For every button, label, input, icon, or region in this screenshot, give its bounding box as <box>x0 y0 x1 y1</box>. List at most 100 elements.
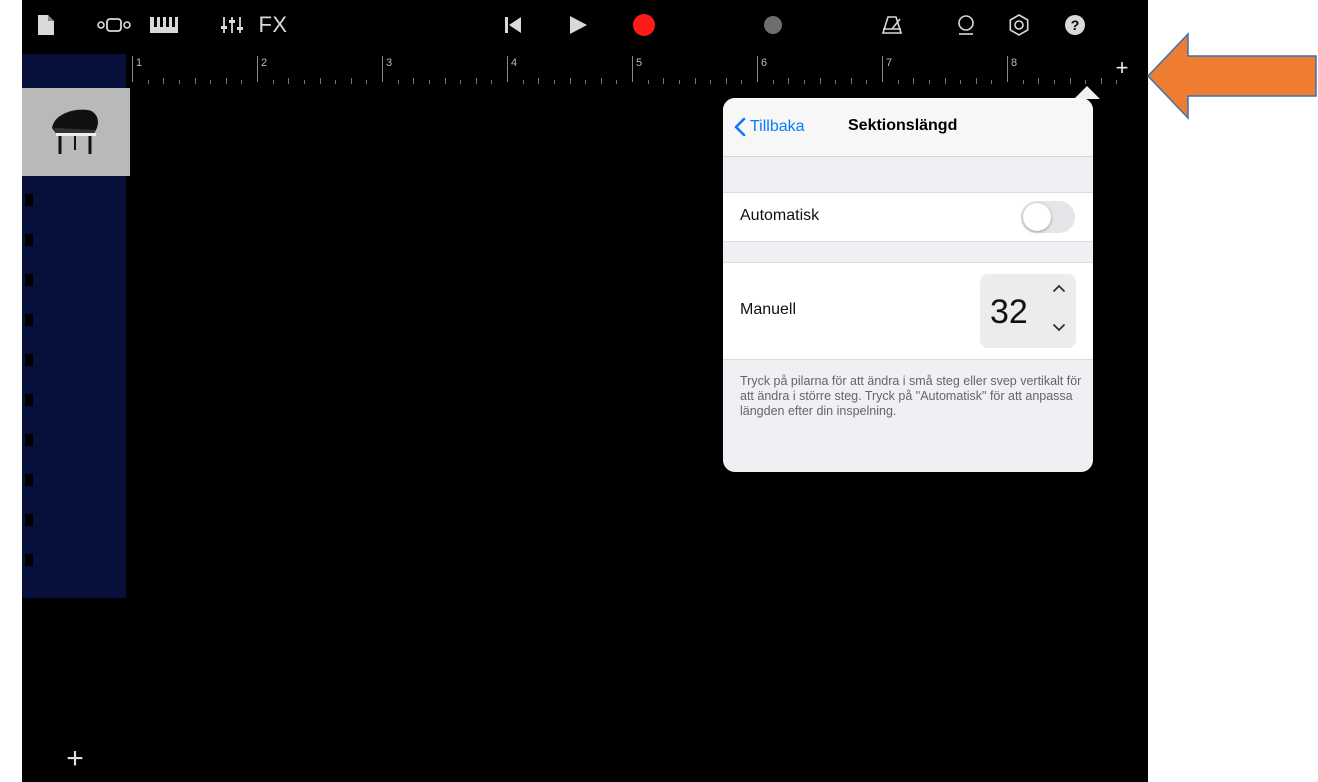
fx-button[interactable]: FX <box>254 8 292 42</box>
track-divider <box>25 394 33 406</box>
automatic-toggle[interactable] <box>1021 201 1075 233</box>
ruler-tick <box>1069 78 1071 84</box>
back-button[interactable]: Tillbaka <box>733 116 805 138</box>
record-icon[interactable] <box>630 8 658 42</box>
ruler-tick <box>694 78 696 84</box>
master-volume-icon[interactable] <box>760 8 786 42</box>
ruler-tick <box>350 78 352 84</box>
ruler-tick <box>335 80 337 84</box>
ruler-tick <box>1100 78 1102 84</box>
ruler-tick <box>178 80 180 84</box>
toolbar: FX ? <box>22 0 1148 50</box>
ruler-bar-number: 2 <box>257 56 267 82</box>
ruler-bar-number: 3 <box>382 56 392 82</box>
metronome-icon[interactable] <box>878 8 906 42</box>
manual-label: Manuell <box>740 301 797 318</box>
ruler-tick <box>1038 78 1040 84</box>
ruler-tick <box>522 80 524 84</box>
ruler-tick <box>366 80 368 84</box>
ruler-tick <box>710 80 712 84</box>
ruler-tick <box>1022 80 1024 84</box>
loop-browser-icon[interactable] <box>952 8 980 42</box>
ruler-bar-number: 6 <box>757 56 767 82</box>
ruler-tick <box>538 78 540 84</box>
ruler-tick <box>225 78 227 84</box>
timeline-ruler[interactable]: 1 2 3 4 5 6 7 8 <box>132 54 1142 86</box>
ruler-tick <box>319 78 321 84</box>
ruler-tick <box>866 80 868 84</box>
help-icon[interactable]: ? <box>1061 8 1089 42</box>
ruler-tick <box>944 78 946 84</box>
ruler-tick <box>647 80 649 84</box>
ruler-tick <box>991 80 993 84</box>
ruler-tick <box>772 80 774 84</box>
chevron-up-icon[interactable] <box>1052 280 1066 298</box>
ruler-tick <box>835 80 837 84</box>
ruler-tick <box>460 80 462 84</box>
ruler-tick <box>616 80 618 84</box>
ruler-tick <box>913 78 915 84</box>
ruler-tick <box>553 80 555 84</box>
ruler-tick <box>1085 80 1087 84</box>
add-track-button[interactable]: + <box>60 744 90 774</box>
ruler-tick <box>678 80 680 84</box>
track-view-icon[interactable] <box>96 8 132 42</box>
ruler-bar-number: 4 <box>507 56 517 82</box>
track-divider <box>25 554 33 566</box>
track-divider <box>25 314 33 326</box>
ruler-tick <box>975 78 977 84</box>
ruler-tick <box>819 78 821 84</box>
ruler-tick <box>288 78 290 84</box>
ruler-tick <box>803 80 805 84</box>
ruler-tick <box>194 78 196 84</box>
ruler-bar-number: 8 <box>1007 56 1017 82</box>
ruler-tick <box>600 78 602 84</box>
ruler-tick <box>303 80 305 84</box>
track-divider <box>25 194 33 206</box>
svg-text:?: ? <box>1071 17 1080 33</box>
automatic-label: Automatisk <box>740 207 820 224</box>
ruler-tick <box>569 78 571 84</box>
go-to-start-icon[interactable] <box>500 8 526 42</box>
settings-icon[interactable] <box>1005 8 1033 42</box>
ruler-tick <box>491 80 493 84</box>
automatic-row: Automatisk <box>723 192 1093 242</box>
ruler-tick <box>147 80 149 84</box>
track-header-piano[interactable] <box>22 88 130 176</box>
ruler-tick <box>444 78 446 84</box>
back-label: Tillbaka <box>750 118 805 135</box>
ruler-tick <box>397 80 399 84</box>
mixer-icon[interactable] <box>218 8 246 42</box>
ruler-tick <box>1053 80 1055 84</box>
section-length-stepper[interactable]: 32 <box>980 274 1076 348</box>
ruler-tick <box>241 80 243 84</box>
popover-title: Sektionslängd <box>848 117 958 134</box>
ruler-tick <box>1116 80 1118 84</box>
toggle-knob <box>1023 203 1051 231</box>
ruler-tick <box>272 80 274 84</box>
add-section-button[interactable]: + <box>1110 56 1134 80</box>
popover-header: Tillbaka Sektionslängd <box>723 98 1093 157</box>
ruler-tick <box>928 80 930 84</box>
ruler-tick <box>788 78 790 84</box>
track-divider <box>25 234 33 246</box>
document-icon[interactable] <box>34 8 58 42</box>
chevron-down-icon[interactable] <box>1052 320 1066 338</box>
ruler-tick <box>413 78 415 84</box>
track-divider <box>25 514 33 526</box>
keyboard-icon[interactable] <box>148 8 180 42</box>
ruler-tick <box>850 78 852 84</box>
chevron-left-icon <box>734 117 746 137</box>
play-icon[interactable] <box>565 8 591 42</box>
ruler-tick <box>725 78 727 84</box>
section-length-value: 32 <box>990 293 1028 331</box>
section-length-popover: Tillbaka Sektionslängd Automatisk Manuel… <box>723 98 1093 472</box>
track-divider <box>25 474 33 486</box>
grand-piano-icon <box>52 109 98 154</box>
ruler-tick <box>163 78 165 84</box>
help-text: Tryck på pilarna för att ändra i små ste… <box>740 374 1082 418</box>
ruler-tick <box>210 80 212 84</box>
ruler-bar-number: 7 <box>882 56 892 82</box>
track-divider <box>25 354 33 366</box>
track-divider <box>25 434 33 446</box>
